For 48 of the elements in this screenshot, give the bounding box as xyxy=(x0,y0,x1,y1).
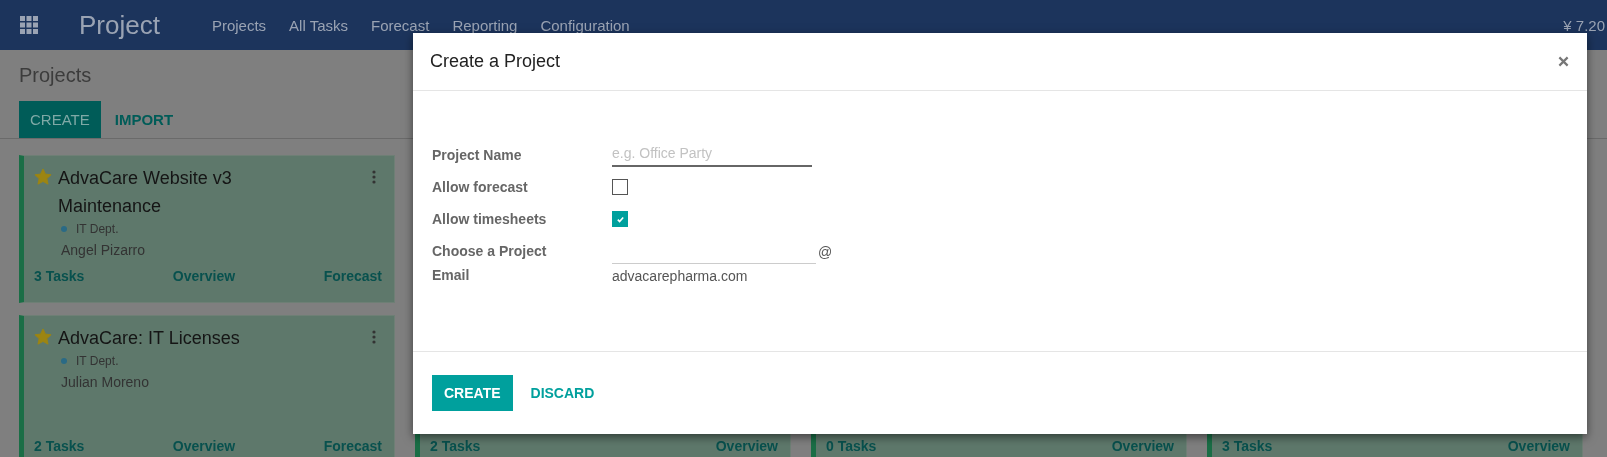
page-title: Projects xyxy=(19,64,93,87)
field-label: Choose a Project Email xyxy=(432,242,548,285)
tag-label: IT Dept. xyxy=(76,222,119,236)
card-link[interactable]: Overview xyxy=(1507,438,1570,454)
star-icon[interactable] xyxy=(34,328,52,346)
tag-label: IT Dept. xyxy=(76,354,119,368)
company-switcher[interactable]: ¥ 7.20 xyxy=(1563,16,1605,34)
menu-item[interactable]: Forecast xyxy=(371,16,430,34)
card-link[interactable]: Overview xyxy=(1111,438,1174,454)
menu-item[interactable]: Projects xyxy=(211,16,267,34)
checkmark-icon xyxy=(615,214,625,224)
card-link[interactable]: 2 Tasks xyxy=(430,438,481,454)
card-link[interactable]: Forecast xyxy=(323,438,382,454)
more-options-icon[interactable] xyxy=(372,170,376,184)
project-name: AdvaCare: IT Licenses xyxy=(58,327,240,350)
card-link[interactable]: Overview xyxy=(172,268,236,284)
checkbox[interactable] xyxy=(612,179,628,195)
email-domain: advacarepharma.com xyxy=(612,268,749,284)
menu-item[interactable]: Reporting xyxy=(452,16,518,34)
star-icon[interactable] xyxy=(34,168,52,186)
app-title: Project xyxy=(79,9,160,41)
field-label: Allow forecast xyxy=(432,178,529,197)
menu-item[interactable]: All Tasks xyxy=(289,16,349,34)
field-label: Project Name xyxy=(432,146,523,165)
at-sign: @ xyxy=(818,244,833,260)
create-button[interactable]: CREATE xyxy=(19,101,101,138)
card-link[interactable]: 3 Tasks xyxy=(1222,438,1273,454)
manager-name: Julian Moreno xyxy=(61,374,150,390)
field-label: Allow timesheets xyxy=(432,210,548,229)
card-link[interactable]: Overview xyxy=(172,438,236,454)
card-link[interactable]: 0 Tasks xyxy=(826,438,877,454)
apps-menu-icon[interactable] xyxy=(20,16,38,34)
create-button[interactable]: CREATE xyxy=(432,375,513,411)
project-card[interactable]: AdvaCare: IT Licenses IT Dept. Julian Moreno 2 Tasks Overview Forecast xyxy=(19,315,395,457)
card-link[interactable]: Forecast xyxy=(323,268,382,284)
card-link[interactable]: 3 Tasks xyxy=(34,268,85,284)
discard-button[interactable]: DISCARD xyxy=(516,375,609,411)
more-options-icon[interactable] xyxy=(372,330,376,344)
menu-item[interactable]: Configuration xyxy=(540,16,630,34)
card-link[interactable]: 2 Tasks xyxy=(34,438,85,454)
project-card[interactable]: AdvaCare Website v3 Maintenance IT Dept. Angel Pizarro 3 Tasks Overview Forecast xyxy=(19,155,395,303)
close-icon[interactable] xyxy=(1558,56,1569,67)
project-name: AdvaCare Website v3 Maintenance xyxy=(58,167,233,218)
checkbox[interactable] xyxy=(612,211,628,227)
card-link[interactable]: Overview xyxy=(715,438,778,454)
manager-name: Angel Pizarro xyxy=(61,242,147,258)
dialog-title: Create a Project xyxy=(430,51,561,72)
import-button[interactable]: IMPORT xyxy=(104,101,184,138)
